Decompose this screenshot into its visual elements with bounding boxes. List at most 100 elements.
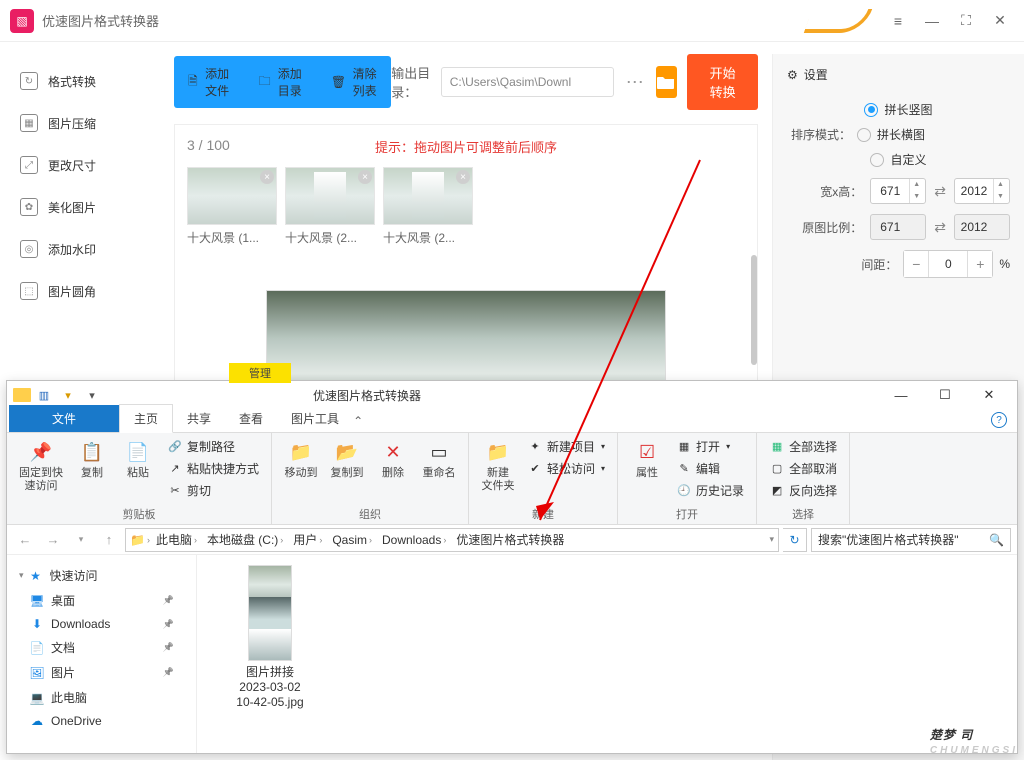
maximize-button[interactable]: ⛶ [952, 7, 980, 35]
breadcrumb[interactable]: 本地磁盘 (C:)› [203, 531, 287, 548]
menu-button[interactable]: ≡ [884, 7, 912, 35]
remove-thumb-button[interactable]: × [260, 170, 274, 184]
file-item[interactable]: 图片拼接 2023-03-02 10-42-05.jpg [215, 565, 325, 710]
tab-home[interactable]: 主页 [119, 404, 173, 433]
open-icon: ▦ [676, 440, 692, 454]
remove-thumb-button[interactable]: × [358, 170, 372, 184]
tab-file[interactable]: 文件 [9, 405, 119, 432]
invert-selection-button[interactable]: ◩反向选择 [767, 481, 839, 500]
selectall-icon: ▦ [769, 440, 785, 454]
moveto-button[interactable]: 📁移动到 [282, 437, 320, 482]
explorer-close-button[interactable]: ✕ [967, 381, 1011, 409]
thumbnail[interactable]: ×十大风景 (1... [187, 167, 277, 246]
tree-documents[interactable]: 📄文档 [11, 635, 192, 660]
path-icon: 🔗 [167, 440, 183, 454]
add-dir-label: 添加目录 [277, 65, 303, 99]
width-input[interactable]: ▲▼ [870, 178, 926, 204]
star-icon: ★ [28, 569, 44, 583]
nav-up-button[interactable]: ↑ [97, 528, 121, 552]
gap-input[interactable] [928, 251, 968, 277]
tree-desktop[interactable]: 🖥桌面 [11, 588, 192, 613]
sidebar-item-watermark[interactable]: ◎添加水印 [0, 228, 160, 270]
clear-list-button[interactable]: 🗑清除列表 [317, 56, 391, 108]
height-input[interactable]: ▲▼ [954, 178, 1010, 204]
add-dir-button[interactable]: 🗀添加目录 [245, 56, 317, 108]
remove-thumb-button[interactable]: × [456, 170, 470, 184]
increment-button[interactable]: + [968, 251, 992, 277]
scrollbar[interactable] [751, 255, 757, 365]
mode-custom-radio[interactable] [870, 153, 884, 167]
sidebar-item-round[interactable]: ⬚图片圆角 [0, 270, 160, 312]
cut-button[interactable]: ✂剪切 [165, 481, 261, 500]
sidebar-item-resize[interactable]: ⤢更改尺寸 [0, 144, 160, 186]
browse-button[interactable]: ⋯ [618, 66, 652, 99]
tree-downloads[interactable]: ⬇Downloads [11, 613, 192, 635]
search-icon: 🔍 [989, 533, 1004, 547]
breadcrumb[interactable]: 此电脑› [152, 531, 201, 548]
swap-icon[interactable]: ⇄ [934, 183, 946, 200]
copy-path-button[interactable]: 🔗复制路径 [165, 437, 261, 456]
breadcrumb[interactable]: 用户› [289, 531, 326, 548]
tree-onedrive[interactable]: ☁OneDrive [11, 710, 192, 732]
easy-access-button[interactable]: ✔轻松访问▾ [525, 459, 607, 478]
mode-vertical-radio[interactable] [864, 103, 878, 117]
select-all-button[interactable]: ▦全部选择 [767, 437, 839, 456]
decrement-button[interactable]: − [904, 251, 928, 277]
context-tab-manage[interactable]: 管理 [229, 363, 291, 383]
rename-icon: ▭ [425, 439, 453, 465]
search-input[interactable]: 搜索"优速图片格式转换器"🔍 [811, 528, 1011, 552]
explorer-maximize-button[interactable]: ☐ [923, 381, 967, 409]
history-button[interactable]: 🕘历史记录 [674, 481, 746, 500]
tab-picture-tools[interactable]: 图片工具 [277, 405, 353, 432]
breadcrumb[interactable]: Qasim› [328, 533, 376, 547]
ribbon-group-label: 组织 [359, 506, 381, 522]
add-file-button[interactable]: 🗎添加文件 [174, 56, 245, 108]
minimize-button[interactable]: — [918, 7, 946, 35]
edit-button[interactable]: ✎编辑 [674, 459, 746, 478]
output-dir-input[interactable] [441, 67, 614, 97]
explorer-minimize-button[interactable]: — [879, 381, 923, 409]
nav-back-button[interactable]: ← [13, 528, 37, 552]
ribbon-collapse-button[interactable]: ⌃ [353, 414, 363, 428]
address-bar[interactable]: 📁› 此电脑› 本地磁盘 (C:)› 用户› Qasim› Downloads›… [125, 528, 779, 552]
refresh-button[interactable]: ↻ [783, 528, 807, 552]
delete-button[interactable]: ✕删除 [374, 437, 412, 482]
copy-button[interactable]: 📋复制 [73, 437, 111, 482]
tab-share[interactable]: 共享 [173, 405, 225, 432]
copyto-icon: 📂 [333, 439, 361, 465]
sidebar-item-label: 美化图片 [48, 199, 96, 216]
copyto-button[interactable]: 📂复制到 [328, 437, 366, 482]
qat-newfolder-icon[interactable]: ▾ [57, 386, 79, 404]
thumbnail[interactable]: ×十大风景 (2... [285, 167, 375, 246]
pin-quickaccess-button[interactable]: 📌固定到快 速访问 [17, 437, 65, 495]
qat-props-icon[interactable]: ▥ [33, 386, 55, 404]
close-button[interactable]: ✕ [986, 7, 1014, 35]
paste-shortcut-button[interactable]: ↗粘贴快捷方式 [165, 459, 261, 478]
tab-view[interactable]: 查看 [225, 405, 277, 432]
new-item-button[interactable]: ✦新建项目▾ [525, 437, 607, 456]
address-dropdown-icon[interactable]: ▾ [769, 534, 774, 545]
thumbnail[interactable]: ×十大风景 (2... [383, 167, 473, 246]
breadcrumb[interactable]: Downloads› [378, 533, 450, 547]
breadcrumb[interactable]: 优速图片格式转换器 [452, 531, 568, 548]
select-none-button[interactable]: ▢全部取消 [767, 459, 839, 478]
sidebar-item-compress[interactable]: ▦图片压缩 [0, 102, 160, 144]
gap-stepper[interactable]: −+ [903, 250, 993, 278]
paste-button[interactable]: 📄粘贴 [119, 437, 157, 482]
sidebar-item-format[interactable]: ↻格式转换 [0, 60, 160, 102]
nav-forward-button[interactable]: → [41, 528, 65, 552]
start-convert-button[interactable]: 开始转换 [687, 54, 758, 110]
properties-button[interactable]: ☑属性 [628, 437, 666, 482]
new-folder-button[interactable]: 📁新建 文件夹 [479, 437, 517, 495]
tree-quick-access[interactable]: ▾★快速访问 [11, 563, 192, 588]
tree-this-pc[interactable]: 💻此电脑 [11, 685, 192, 710]
tree-pictures[interactable]: 🖼图片 [11, 660, 192, 685]
sidebar-item-beautify[interactable]: ✿美化图片 [0, 186, 160, 228]
rename-button[interactable]: ▭重命名 [420, 437, 458, 482]
open-button[interactable]: ▦打开▾ [674, 437, 746, 456]
qat-dropdown-icon[interactable]: ▾ [81, 386, 103, 404]
help-button[interactable]: ? [991, 412, 1007, 428]
mode-horizontal-radio[interactable] [857, 128, 871, 142]
nav-recent-button[interactable]: ▾ [69, 528, 93, 552]
open-output-button[interactable] [656, 66, 677, 98]
